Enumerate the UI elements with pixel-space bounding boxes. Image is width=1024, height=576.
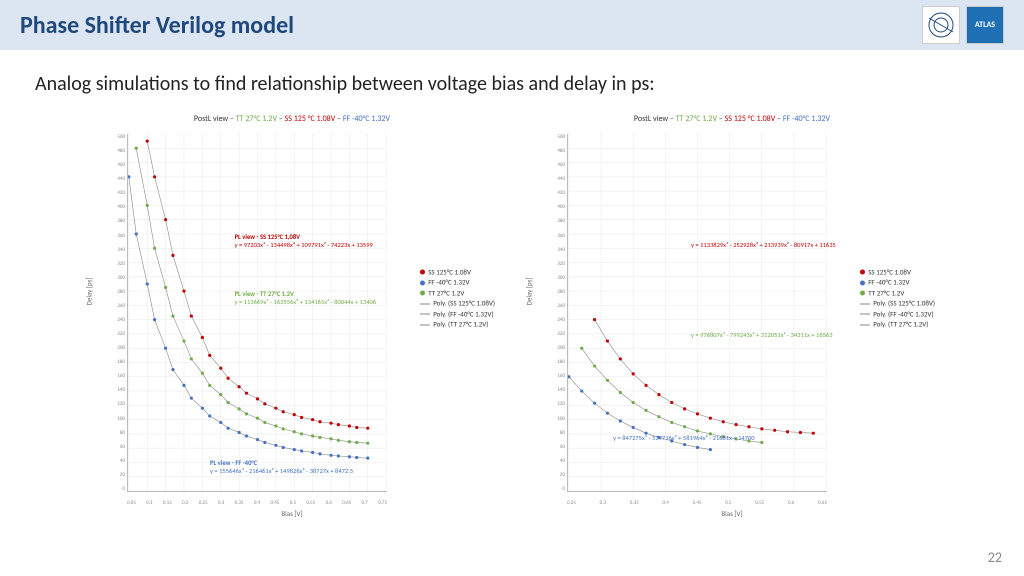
- page-number: 22: [988, 549, 1002, 566]
- chart-left: PostL view – TT 27°C 1.2V – SS 125 °C 1.…: [87, 110, 497, 520]
- charts-row: PostL view – TT 27°C 1.2V – SS 125 °C 1.…: [35, 110, 989, 520]
- slide-subtitle: Analog simulations to find relationship …: [35, 72, 989, 96]
- cern-logo: [922, 6, 960, 44]
- slide-header: Phase Shifter Verilog model ATLAS: [0, 0, 1024, 50]
- logo-group: ATLAS: [922, 6, 1004, 44]
- chart-right: PostL view – TT 27°C 1.2V – SS 125 °C 1.…: [527, 110, 937, 520]
- slide-title: Phase Shifter Verilog model: [20, 11, 294, 40]
- atlas-logo: ATLAS: [966, 6, 1004, 44]
- slide-body: Analog simulations to find relationship …: [0, 50, 1024, 520]
